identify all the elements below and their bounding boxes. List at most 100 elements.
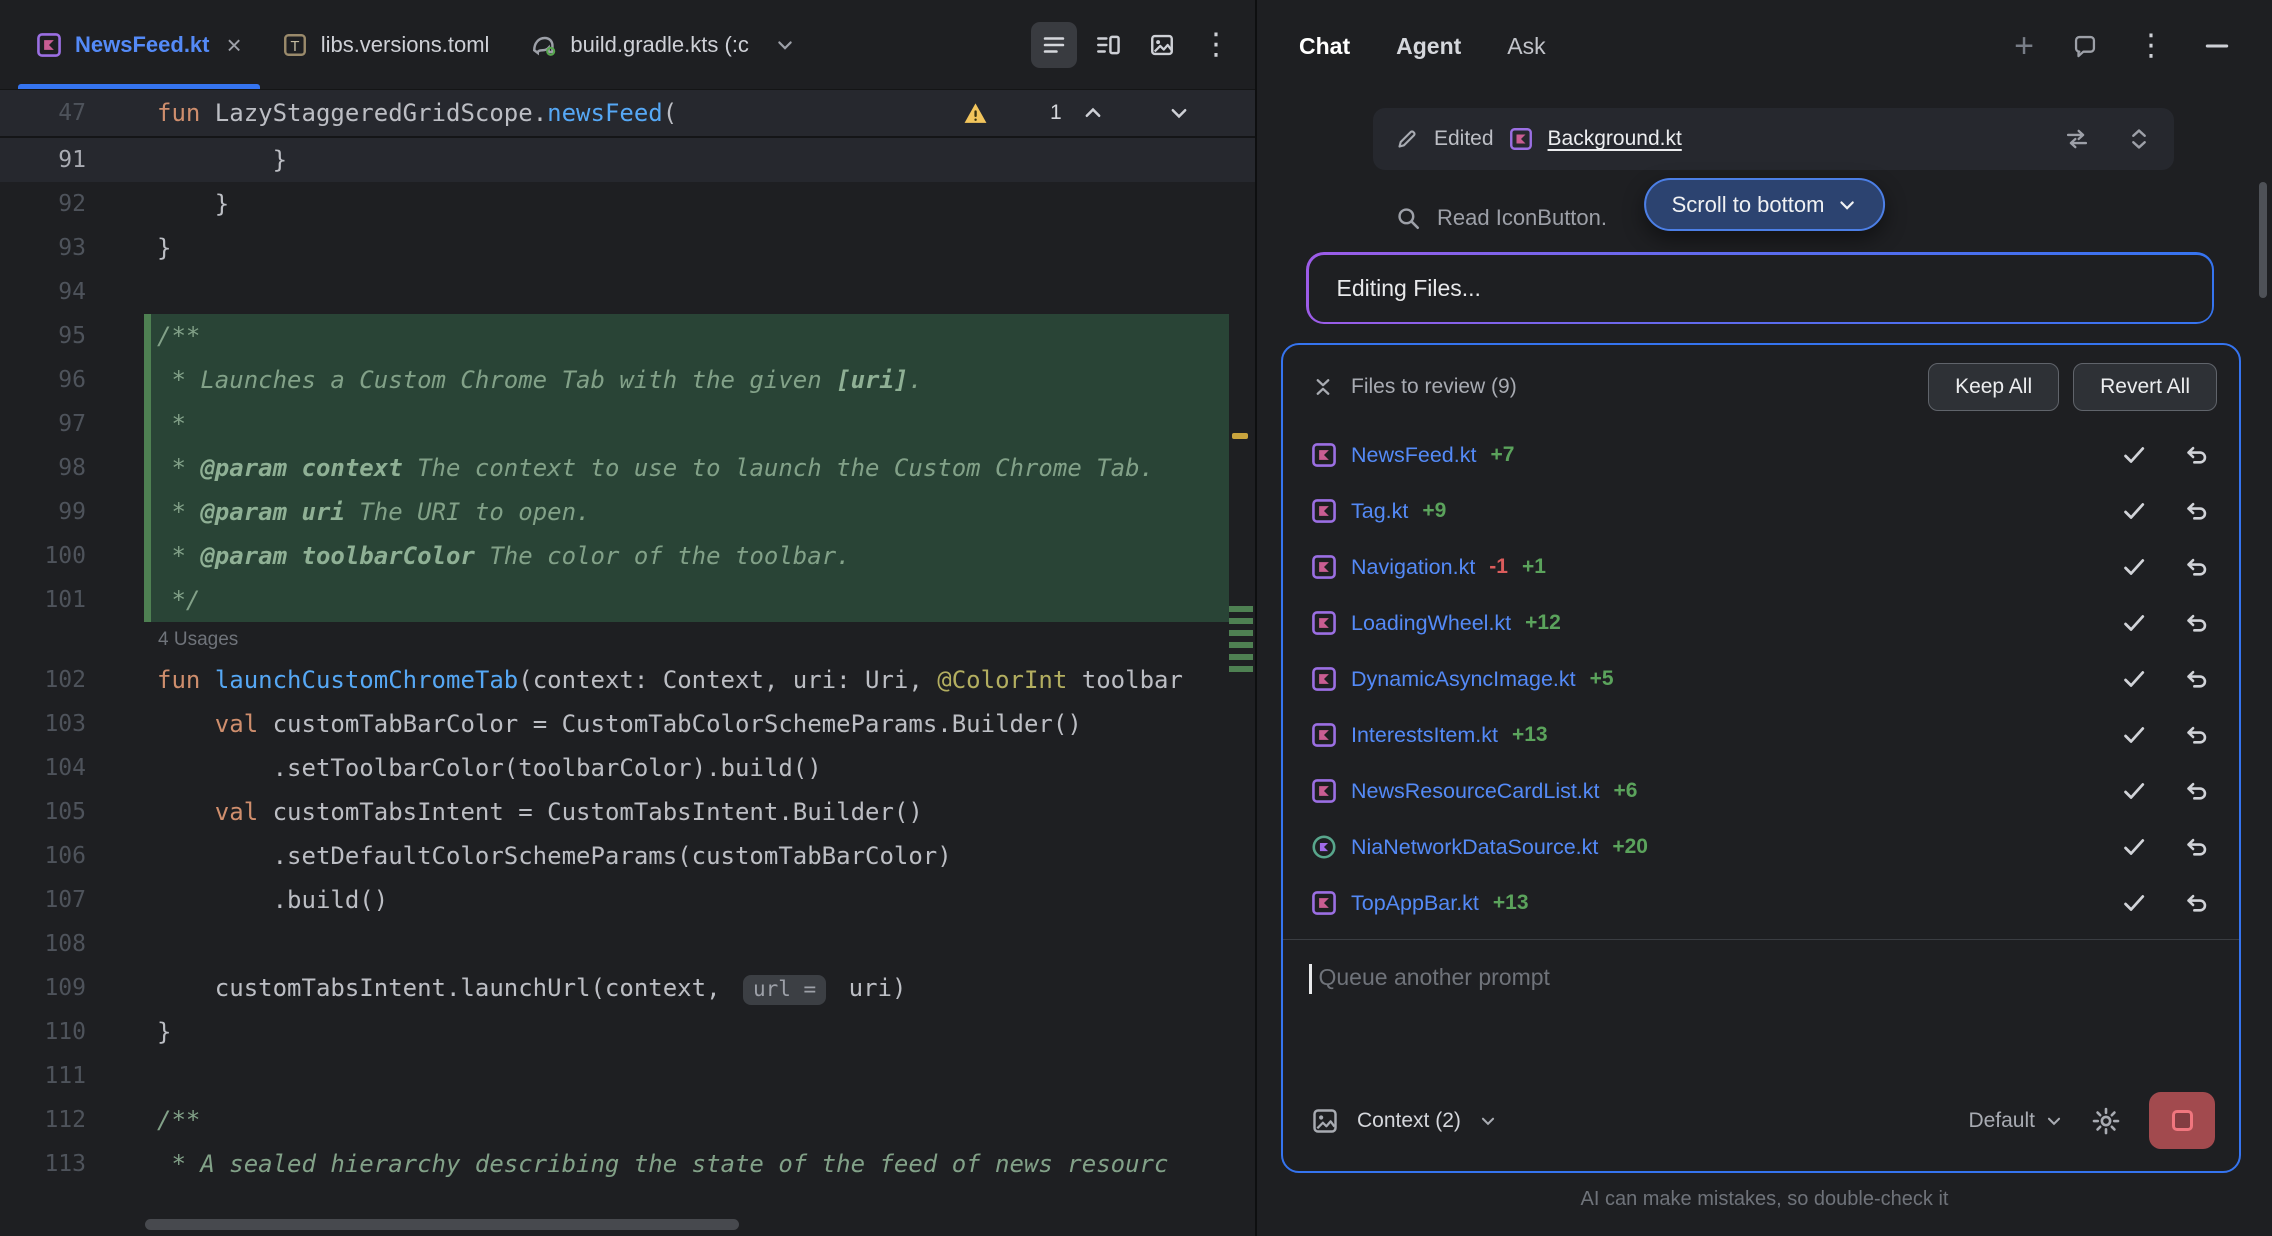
line-number[interactable]: 47 <box>0 89 150 137</box>
revert-all-button[interactable]: Revert All <box>2073 363 2217 411</box>
view-code-icon[interactable] <box>1031 22 1077 68</box>
editor-tab-newsfeed[interactable]: NewsFeed.kt × <box>16 0 262 89</box>
sticky-code-line[interactable]: 47 fun LazyStaggeredGridScope.newsFeed( … <box>0 90 1255 138</box>
edited-file-link[interactable]: Background.kt <box>1548 127 1682 151</box>
keep-check-icon[interactable] <box>2121 778 2147 804</box>
revert-undo-icon[interactable] <box>2183 722 2209 748</box>
prompt-input[interactable]: Queue another prompt <box>1283 940 2239 1092</box>
line-number[interactable]: 111 <box>0 1054 150 1098</box>
tab-chat[interactable]: Chat <box>1299 33 1350 60</box>
revert-undo-icon[interactable] <box>2183 498 2209 524</box>
line-number[interactable]: 96 <box>0 358 150 402</box>
file-name[interactable]: NiaNetworkDataSource.kt <box>1351 835 1598 860</box>
line-number[interactable]: 99 <box>0 490 150 534</box>
code-line[interactable]: 103 val customTabBarColor = CustomTabCol… <box>0 702 1255 746</box>
file-name[interactable]: Navigation.kt <box>1351 555 1475 580</box>
line-number[interactable]: 104 <box>0 746 150 790</box>
revert-undo-icon[interactable] <box>2183 834 2209 860</box>
collapse-icon[interactable] <box>1311 375 1335 399</box>
usages-inlay-hint[interactable]: 4 Usages <box>150 622 238 658</box>
file-review-row[interactable]: NewsFeed.kt +7 <box>1283 427 2239 483</box>
code-line[interactable]: 101 */ <box>0 578 1255 622</box>
scroll-to-bottom-button[interactable]: Scroll to bottom <box>1644 178 1886 231</box>
code-line[interactable]: 96 * Launches a Custom Chrome Tab with t… <box>0 358 1255 402</box>
revert-undo-icon[interactable] <box>2183 554 2209 580</box>
code-line[interactable]: 104 .setToolbarColor(toolbarColor).build… <box>0 746 1255 790</box>
line-number[interactable]: 101 <box>0 578 150 622</box>
gear-icon[interactable] <box>2091 1106 2121 1136</box>
keep-all-button[interactable]: Keep All <box>1928 363 2059 411</box>
chevron-down-icon[interactable] <box>2045 1112 2063 1130</box>
keep-check-icon[interactable] <box>2121 834 2147 860</box>
code-line[interactable]: 91 } <box>0 138 1255 182</box>
line-number[interactable]: 112 <box>0 1098 150 1142</box>
read-file-entry[interactable]: Read IconButton. <box>1395 200 1607 236</box>
scrollbar-change-marks[interactable] <box>1229 606 1253 674</box>
line-number[interactable]: 95 <box>0 314 150 358</box>
line-number[interactable]: 107 <box>0 878 150 922</box>
code-line[interactable]: 98 * @param context The context to use t… <box>0 446 1255 490</box>
chevron-down-icon[interactable] <box>1479 1112 1497 1130</box>
revert-undo-icon[interactable] <box>2183 666 2209 692</box>
scrollbar-warning-mark[interactable] <box>1232 433 1248 439</box>
diff-icon[interactable] <box>2064 126 2090 152</box>
revert-undo-icon[interactable] <box>2183 610 2209 636</box>
file-review-row[interactable]: InterestsItem.kt +13 <box>1283 707 2239 763</box>
keep-check-icon[interactable] <box>2121 890 2147 916</box>
file-review-row[interactable]: TopAppBar.kt +13 <box>1283 875 2239 931</box>
code-line[interactable]: 105 val customTabsIntent = CustomTabsInt… <box>0 790 1255 834</box>
file-name[interactable]: TopAppBar.kt <box>1351 891 1479 916</box>
line-number[interactable]: 92 <box>0 182 150 226</box>
chevron-down-icon[interactable] <box>775 35 795 55</box>
keep-check-icon[interactable] <box>2121 554 2147 580</box>
file-name[interactable]: LoadingWheel.kt <box>1351 611 1511 636</box>
file-name[interactable]: DynamicAsyncImage.kt <box>1351 667 1576 692</box>
horizontal-scrollbar[interactable] <box>145 1219 739 1230</box>
context-icon[interactable] <box>1311 1107 1339 1135</box>
context-dropdown[interactable]: Context (2) <box>1357 1109 1461 1133</box>
code-line[interactable]: 97 * <box>0 402 1255 446</box>
file-name[interactable]: NewsResourceCardList.kt <box>1351 779 1600 804</box>
code-line[interactable]: 100 * @param toolbarColor The color of t… <box>0 534 1255 578</box>
stop-button[interactable] <box>2149 1092 2215 1149</box>
new-chat-icon[interactable]: + <box>2014 29 2034 63</box>
close-icon[interactable]: × <box>227 32 242 58</box>
editor-tab-gradle[interactable]: build.gradle.kts (:c <box>509 0 769 89</box>
file-review-row[interactable]: Navigation.kt -1 +1 <box>1283 539 2239 595</box>
code-line[interactable]: 99 * @param uri The URI to open. <box>0 490 1255 534</box>
line-number[interactable]: 113 <box>0 1142 150 1186</box>
expand-icon[interactable] <box>2126 126 2152 152</box>
kebab-menu-icon[interactable]: ⋮ <box>2136 31 2166 61</box>
file-review-row[interactable]: NiaNetworkDataSource.kt +20 <box>1283 819 2239 875</box>
tab-agent[interactable]: Agent <box>1396 33 1461 60</box>
keep-check-icon[interactable] <box>2121 442 2147 468</box>
model-dropdown[interactable]: Default <box>1968 1109 2035 1133</box>
code-line[interactable]: 102 fun launchCustomChromeTab(context: C… <box>0 658 1255 702</box>
tab-ask[interactable]: Ask <box>1507 33 1545 60</box>
file-name[interactable]: NewsFeed.kt <box>1351 443 1476 468</box>
editor-tab-toml[interactable]: T libs.versions.toml <box>262 0 510 89</box>
line-number[interactable]: 94 <box>0 270 150 314</box>
code-line[interactable]: 112 /** <box>0 1098 1255 1142</box>
chat-scrollbar[interactable] <box>2259 182 2267 298</box>
revert-undo-icon[interactable] <box>2183 890 2209 916</box>
code-line[interactable]: 108 <box>0 922 1255 966</box>
file-review-row[interactable]: Tag.kt +9 <box>1283 483 2239 539</box>
line-number[interactable]: 98 <box>0 446 150 490</box>
file-review-row[interactable]: DynamicAsyncImage.kt +5 <box>1283 651 2239 707</box>
file-review-row[interactable]: LoadingWheel.kt +12 <box>1283 595 2239 651</box>
line-number[interactable]: 106 <box>0 834 150 878</box>
history-icon[interactable] <box>2072 33 2098 59</box>
line-number[interactable]: 105 <box>0 790 150 834</box>
keep-check-icon[interactable] <box>2121 722 2147 748</box>
revert-undo-icon[interactable] <box>2183 778 2209 804</box>
minimize-icon[interactable] <box>2204 33 2230 59</box>
line-number[interactable]: 97 <box>0 402 150 446</box>
file-name[interactable]: Tag.kt <box>1351 499 1408 524</box>
edited-file-entry[interactable]: Edited Background.kt <box>1373 108 2174 170</box>
code-line[interactable]: 107 .build() <box>0 878 1255 922</box>
keep-check-icon[interactable] <box>2121 498 2147 524</box>
code-line[interactable]: 92 } <box>0 182 1255 226</box>
file-name[interactable]: InterestsItem.kt <box>1351 723 1498 748</box>
code-line[interactable]: 95 /** <box>0 314 1255 358</box>
